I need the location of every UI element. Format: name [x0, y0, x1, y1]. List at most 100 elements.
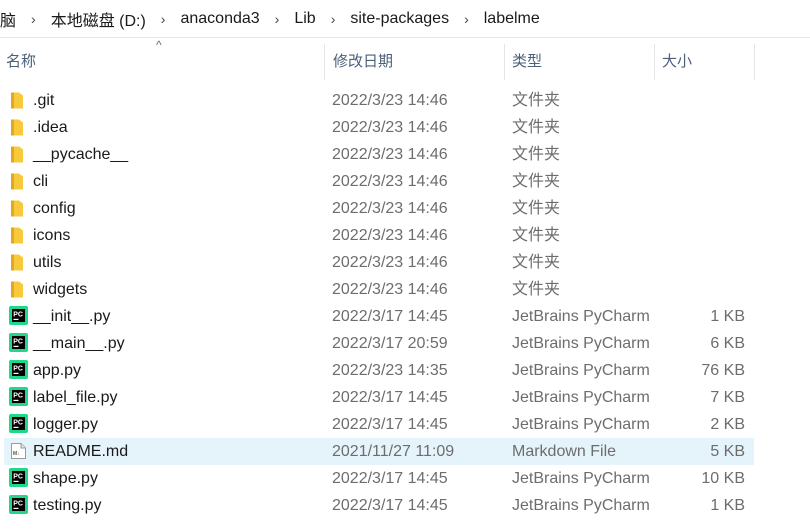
folder-icon: [10, 172, 29, 191]
pycharm-file-icon: PC: [9, 414, 29, 434]
file-row[interactable]: icons 2022/3/23 14:46 文件夹: [0, 222, 760, 249]
file-row[interactable]: __pycache__ 2022/3/23 14:46 文件夹: [0, 141, 760, 168]
chevron-right-icon[interactable]: ›: [18, 11, 49, 27]
svg-text:PC: PC: [13, 366, 23, 373]
file-row[interactable]: PC logger.py 2022/3/17 14:45 JetBrains PyCh…: [0, 411, 760, 438]
folder-icon: [10, 280, 29, 299]
breadcrumb: 脑 › 本地磁盘 (D:) › anaconda3 › Lib › site-packages ›…: [0, 0, 810, 38]
folder-icon: [10, 91, 29, 110]
chevron-right-icon[interactable]: ›: [148, 11, 179, 27]
file-name: cli: [33, 173, 49, 190]
file-list: .git 2022/3/23 14:46 文件夹 .idea 2022/3/23 14:…: [0, 87, 760, 519]
file-name: .idea: [33, 119, 68, 136]
column-header-date[interactable]: 修改日期: [333, 44, 498, 80]
file-type: 文件夹: [512, 146, 561, 163]
file-row[interactable]: widgets 2022/3/23 14:46 文件夹: [0, 276, 760, 303]
file-type: Markdown File: [512, 443, 617, 460]
file-name: testing.py: [33, 497, 102, 514]
file-modified-date: 2021/11/27 11:09: [332, 443, 455, 460]
column-header-type-label: 类型: [512, 53, 543, 70]
file-modified-date: 2022/3/23 14:46: [332, 200, 448, 217]
file-size: [644, 195, 745, 222]
file-row[interactable]: .git 2022/3/23 14:46 文件夹: [0, 87, 760, 114]
breadcrumb-item[interactable]: 脑: [0, 7, 18, 31]
file-row[interactable]: PC __main__.py 2022/3/17 20:59 JetBrains Py…: [0, 330, 760, 357]
folder-icon: [10, 199, 29, 218]
file-modified-date: 2022/3/23 14:46: [332, 281, 448, 298]
breadcrumb-item[interactable]: anaconda3: [178, 10, 261, 28]
chevron-right-icon[interactable]: ›: [318, 11, 349, 27]
column-header-name-label: 名称: [6, 53, 37, 70]
file-modified-date: 2022/3/23 14:46: [332, 119, 448, 136]
svg-text:PC: PC: [13, 312, 23, 319]
breadcrumb-item[interactable]: labelme: [482, 10, 542, 28]
file-name: label_file.py: [33, 389, 118, 406]
file-name: shape.py: [33, 470, 98, 487]
folder-icon: [10, 118, 29, 137]
file-row[interactable]: PC shape.py 2022/3/17 14:45 JetBrains PyCha…: [0, 465, 760, 492]
file-name: README.md: [33, 443, 129, 460]
column-header-type[interactable]: 类型: [512, 44, 652, 80]
file-type: JetBrains PyCharm: [512, 335, 650, 352]
file-type: 文件夹: [512, 92, 561, 109]
file-modified-date: 2022/3/17 14:45: [332, 308, 448, 325]
file-name: __main__.py: [33, 335, 125, 352]
file-row[interactable]: M↓ README.md 2021/11/27 11:09 Markdown File…: [4, 438, 754, 465]
column-header-name[interactable]: 名称: [6, 44, 324, 80]
folder-icon: [10, 145, 29, 164]
file-row[interactable]: PC testing.py 2022/3/17 14:45 JetBrains PyC…: [0, 492, 760, 519]
column-divider[interactable]: [754, 44, 755, 80]
file-size: 10 KB: [701, 470, 745, 487]
breadcrumb-item[interactable]: Lib: [292, 10, 317, 28]
pycharm-file-icon: PC: [9, 495, 29, 515]
column-header-size[interactable]: 大小: [662, 44, 752, 80]
pycharm-file-icon: PC: [9, 468, 29, 488]
file-type: 文件夹: [512, 227, 561, 244]
breadcrumb-item[interactable]: 本地磁盘 (D:): [49, 7, 148, 31]
file-type: 文件夹: [512, 119, 561, 136]
chevron-right-icon[interactable]: ›: [262, 11, 293, 27]
file-name: logger.py: [33, 416, 98, 433]
file-name: utils: [33, 254, 62, 271]
file-name: __pycache__: [33, 146, 129, 163]
file-name: icons: [33, 227, 71, 244]
pycharm-file-icon: PC: [9, 306, 29, 326]
file-modified-date: 2022/3/17 14:45: [332, 416, 448, 433]
folder-icon: [10, 226, 29, 245]
file-modified-date: 2022/3/23 14:46: [332, 146, 448, 163]
file-row[interactable]: config 2022/3/23 14:46 文件夹: [0, 195, 760, 222]
file-modified-date: 2022/3/23 14:35: [332, 362, 448, 379]
file-size: 2 KB: [710, 416, 745, 433]
breadcrumb-item[interactable]: site-packages: [348, 10, 451, 28]
chevron-right-icon[interactable]: ›: [451, 11, 482, 27]
svg-text:PC: PC: [13, 474, 23, 481]
file-name: widgets: [33, 281, 88, 298]
file-size: 7 KB: [710, 389, 745, 406]
file-size: 76 KB: [701, 362, 745, 379]
file-row[interactable]: PC label_file.py 2022/3/17 14:45 JetBrains …: [0, 384, 760, 411]
file-modified-date: 2022/3/17 14:45: [332, 389, 448, 406]
file-row[interactable]: .idea 2022/3/23 14:46 文件夹: [0, 114, 760, 141]
svg-text:PC: PC: [13, 420, 23, 427]
file-modified-date: 2022/3/23 14:46: [332, 173, 448, 190]
file-type: JetBrains PyCharm: [512, 470, 650, 487]
svg-text:M↓: M↓: [13, 451, 20, 457]
file-row[interactable]: utils 2022/3/23 14:46 文件夹: [0, 249, 760, 276]
file-modified-date: 2022/3/17 20:59: [332, 335, 448, 352]
column-header-date-label: 修改日期: [333, 53, 394, 70]
column-divider[interactable]: [504, 44, 505, 80]
file-modified-date: 2022/3/17 14:45: [332, 497, 448, 514]
pycharm-file-icon: PC: [9, 360, 29, 380]
file-size: [644, 87, 745, 114]
file-name: app.py: [33, 362, 82, 379]
column-divider[interactable]: [324, 44, 325, 80]
file-modified-date: 2022/3/23 14:46: [332, 227, 448, 244]
file-row[interactable]: PC app.py 2022/3/23 14:35 JetBrains PyCharm…: [0, 357, 760, 384]
file-size: [644, 141, 745, 168]
file-row[interactable]: PC __init__.py 2022/3/17 14:45 JetBrains Py…: [0, 303, 760, 330]
file-size: 5 KB: [710, 443, 745, 460]
column-divider[interactable]: [654, 44, 655, 80]
sort-ascending-icon: ^: [156, 38, 162, 52]
file-type: JetBrains PyCharm: [512, 308, 650, 325]
file-row[interactable]: cli 2022/3/23 14:46 文件夹: [0, 168, 760, 195]
